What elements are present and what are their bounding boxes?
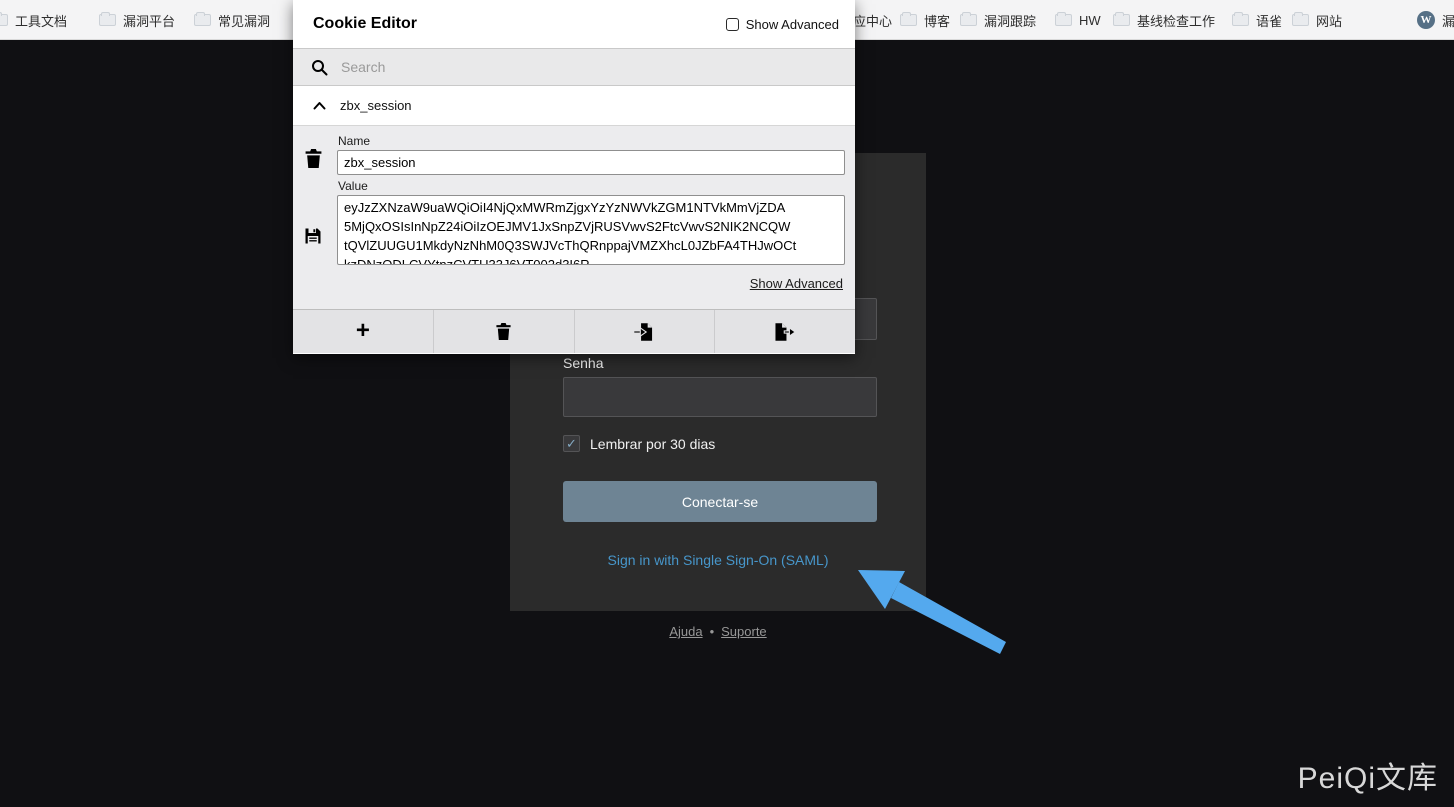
export-cookies-button[interactable] <box>714 310 855 353</box>
bookmark-item[interactable]: 博客 <box>900 0 950 40</box>
show-advanced-label: Show Advanced <box>745 16 839 32</box>
bookmark-item[interactable]: 常见漏洞 <box>194 0 270 40</box>
folder-icon <box>1292 12 1309 26</box>
export-icon <box>775 322 797 341</box>
remember-checkbox-row[interactable]: ✓ Lembrar por 30 dias <box>563 435 715 452</box>
bookmark-label: 网站 <box>1316 13 1343 29</box>
checkmark-icon: ✓ <box>566 435 577 451</box>
bookmark-label: 应中心 <box>853 13 893 29</box>
folder-icon <box>194 12 211 26</box>
folder-icon <box>1113 12 1130 26</box>
folder-icon <box>99 12 116 26</box>
cookie-editor-popup: Cookie Editor Show Advanced zbx_session <box>293 0 855 354</box>
help-link[interactable]: Ajuda <box>669 624 702 639</box>
folder-icon <box>1055 12 1072 26</box>
cookie-name-input[interactable] <box>337 150 845 175</box>
cookie-value-line: 5MjQxOSIsInNpZ24iOiIzOEJMV1JxSnpZVjRUSVw… <box>344 219 791 234</box>
links-separator: • <box>709 624 715 639</box>
popup-title: Cookie Editor <box>313 15 418 32</box>
import-cookies-button[interactable] <box>573 310 715 353</box>
folder-icon <box>1232 12 1249 26</box>
login-button[interactable]: Conectar-se <box>563 481 877 522</box>
bookmark-label: 博客 <box>924 13 951 29</box>
folder-icon <box>0 12 8 26</box>
cookie-value-textarea[interactable]: eyJzZXNzaW9uaWQiOiI4NjQxMWRmZjgxYzYzNWVk… <box>337 195 845 265</box>
remember-label: Lembrar por 30 dias <box>590 435 716 452</box>
chevron-up-icon <box>313 102 326 110</box>
wordpress-icon: W <box>1417 11 1435 29</box>
show-advanced-checkbox-row[interactable]: Show Advanced <box>725 16 839 32</box>
cookie-value-line: kzDNzODLCVYtnzCVTU33J6VT002d3I6R <box>344 257 590 265</box>
cookie-search-input[interactable] <box>341 59 843 75</box>
name-field-label: Name <box>338 134 371 148</box>
bookmark-item[interactable]: 工具文档 <box>0 0 67 40</box>
plus-icon: + <box>355 316 370 344</box>
password-input[interactable] <box>563 377 877 417</box>
password-label: Senha <box>563 355 604 371</box>
saml-signin-link[interactable]: Sign in with Single Sign-On (SAML) <box>510 552 926 568</box>
bookmark-item[interactable]: 应中心 <box>853 0 892 40</box>
folder-icon <box>960 12 977 26</box>
save-cookie-icon[interactable] <box>304 227 322 245</box>
bookmark-item[interactable]: 网站 <box>1292 0 1342 40</box>
cookie-search-row <box>293 48 855 86</box>
bookmark-label: HW <box>1079 12 1101 28</box>
folder-icon <box>900 12 917 26</box>
bookmark-item[interactable]: 基线检查工作 <box>1113 0 1215 40</box>
bookmark-label: 漏洞跟踪 <box>984 13 1037 29</box>
delete-cookie-icon[interactable] <box>304 148 323 169</box>
search-icon <box>312 59 328 75</box>
delete-all-cookies-button[interactable] <box>432 310 574 353</box>
import-icon <box>633 322 653 341</box>
remember-checkbox[interactable]: ✓ <box>563 435 580 452</box>
footer-links: Ajuda • Suporte <box>510 624 926 639</box>
bookmark-item[interactable]: HW <box>1055 0 1101 40</box>
trash-icon <box>496 323 511 340</box>
cookie-editor-toolbar: + <box>293 309 855 353</box>
bookmark-label: 漏洞平台 <box>123 13 176 29</box>
bookmark-label: 漏 <box>1442 13 1454 29</box>
bookmark-item[interactable]: 漏洞跟踪 <box>960 0 1036 40</box>
bookmark-item[interactable]: W 漏 <box>1417 0 1454 40</box>
cookie-detail-section: Name Value eyJzZXNzaW9uaWQiOiI4NjQxMWRmZ… <box>293 125 855 309</box>
cookie-value-line: tQVlZUUGU1MkdyNzNhM0Q3SWJVcThQRnppajVMZX… <box>344 238 797 253</box>
cookie-row-zbx-session[interactable]: zbx_session <box>293 86 855 125</box>
show-advanced-link[interactable]: Show Advanced <box>750 276 843 291</box>
show-advanced-checkbox[interactable] <box>725 17 739 31</box>
bookmark-label: 语雀 <box>1256 13 1283 29</box>
bookmark-label: 工具文档 <box>15 13 68 29</box>
cookie-editor-header: Cookie Editor Show Advanced <box>293 0 855 48</box>
watermark-text: PeiQi文库 <box>1297 762 1438 795</box>
bookmark-item[interactable]: 漏洞平台 <box>99 0 175 40</box>
cookie-value-line: eyJzZXNzaW9uaWQiOiI4NjQxMWRmZjgxYzYzNWVk… <box>344 200 786 215</box>
bookmark-item[interactable]: 语雀 <box>1232 0 1282 40</box>
bookmark-label: 基线检查工作 <box>1137 13 1216 29</box>
support-link[interactable]: Suporte <box>721 624 767 639</box>
cookie-row-name: zbx_session <box>340 98 412 113</box>
bookmark-label: 常见漏洞 <box>218 13 271 29</box>
value-field-label: Value <box>338 179 368 193</box>
add-cookie-button[interactable]: + <box>293 310 433 353</box>
